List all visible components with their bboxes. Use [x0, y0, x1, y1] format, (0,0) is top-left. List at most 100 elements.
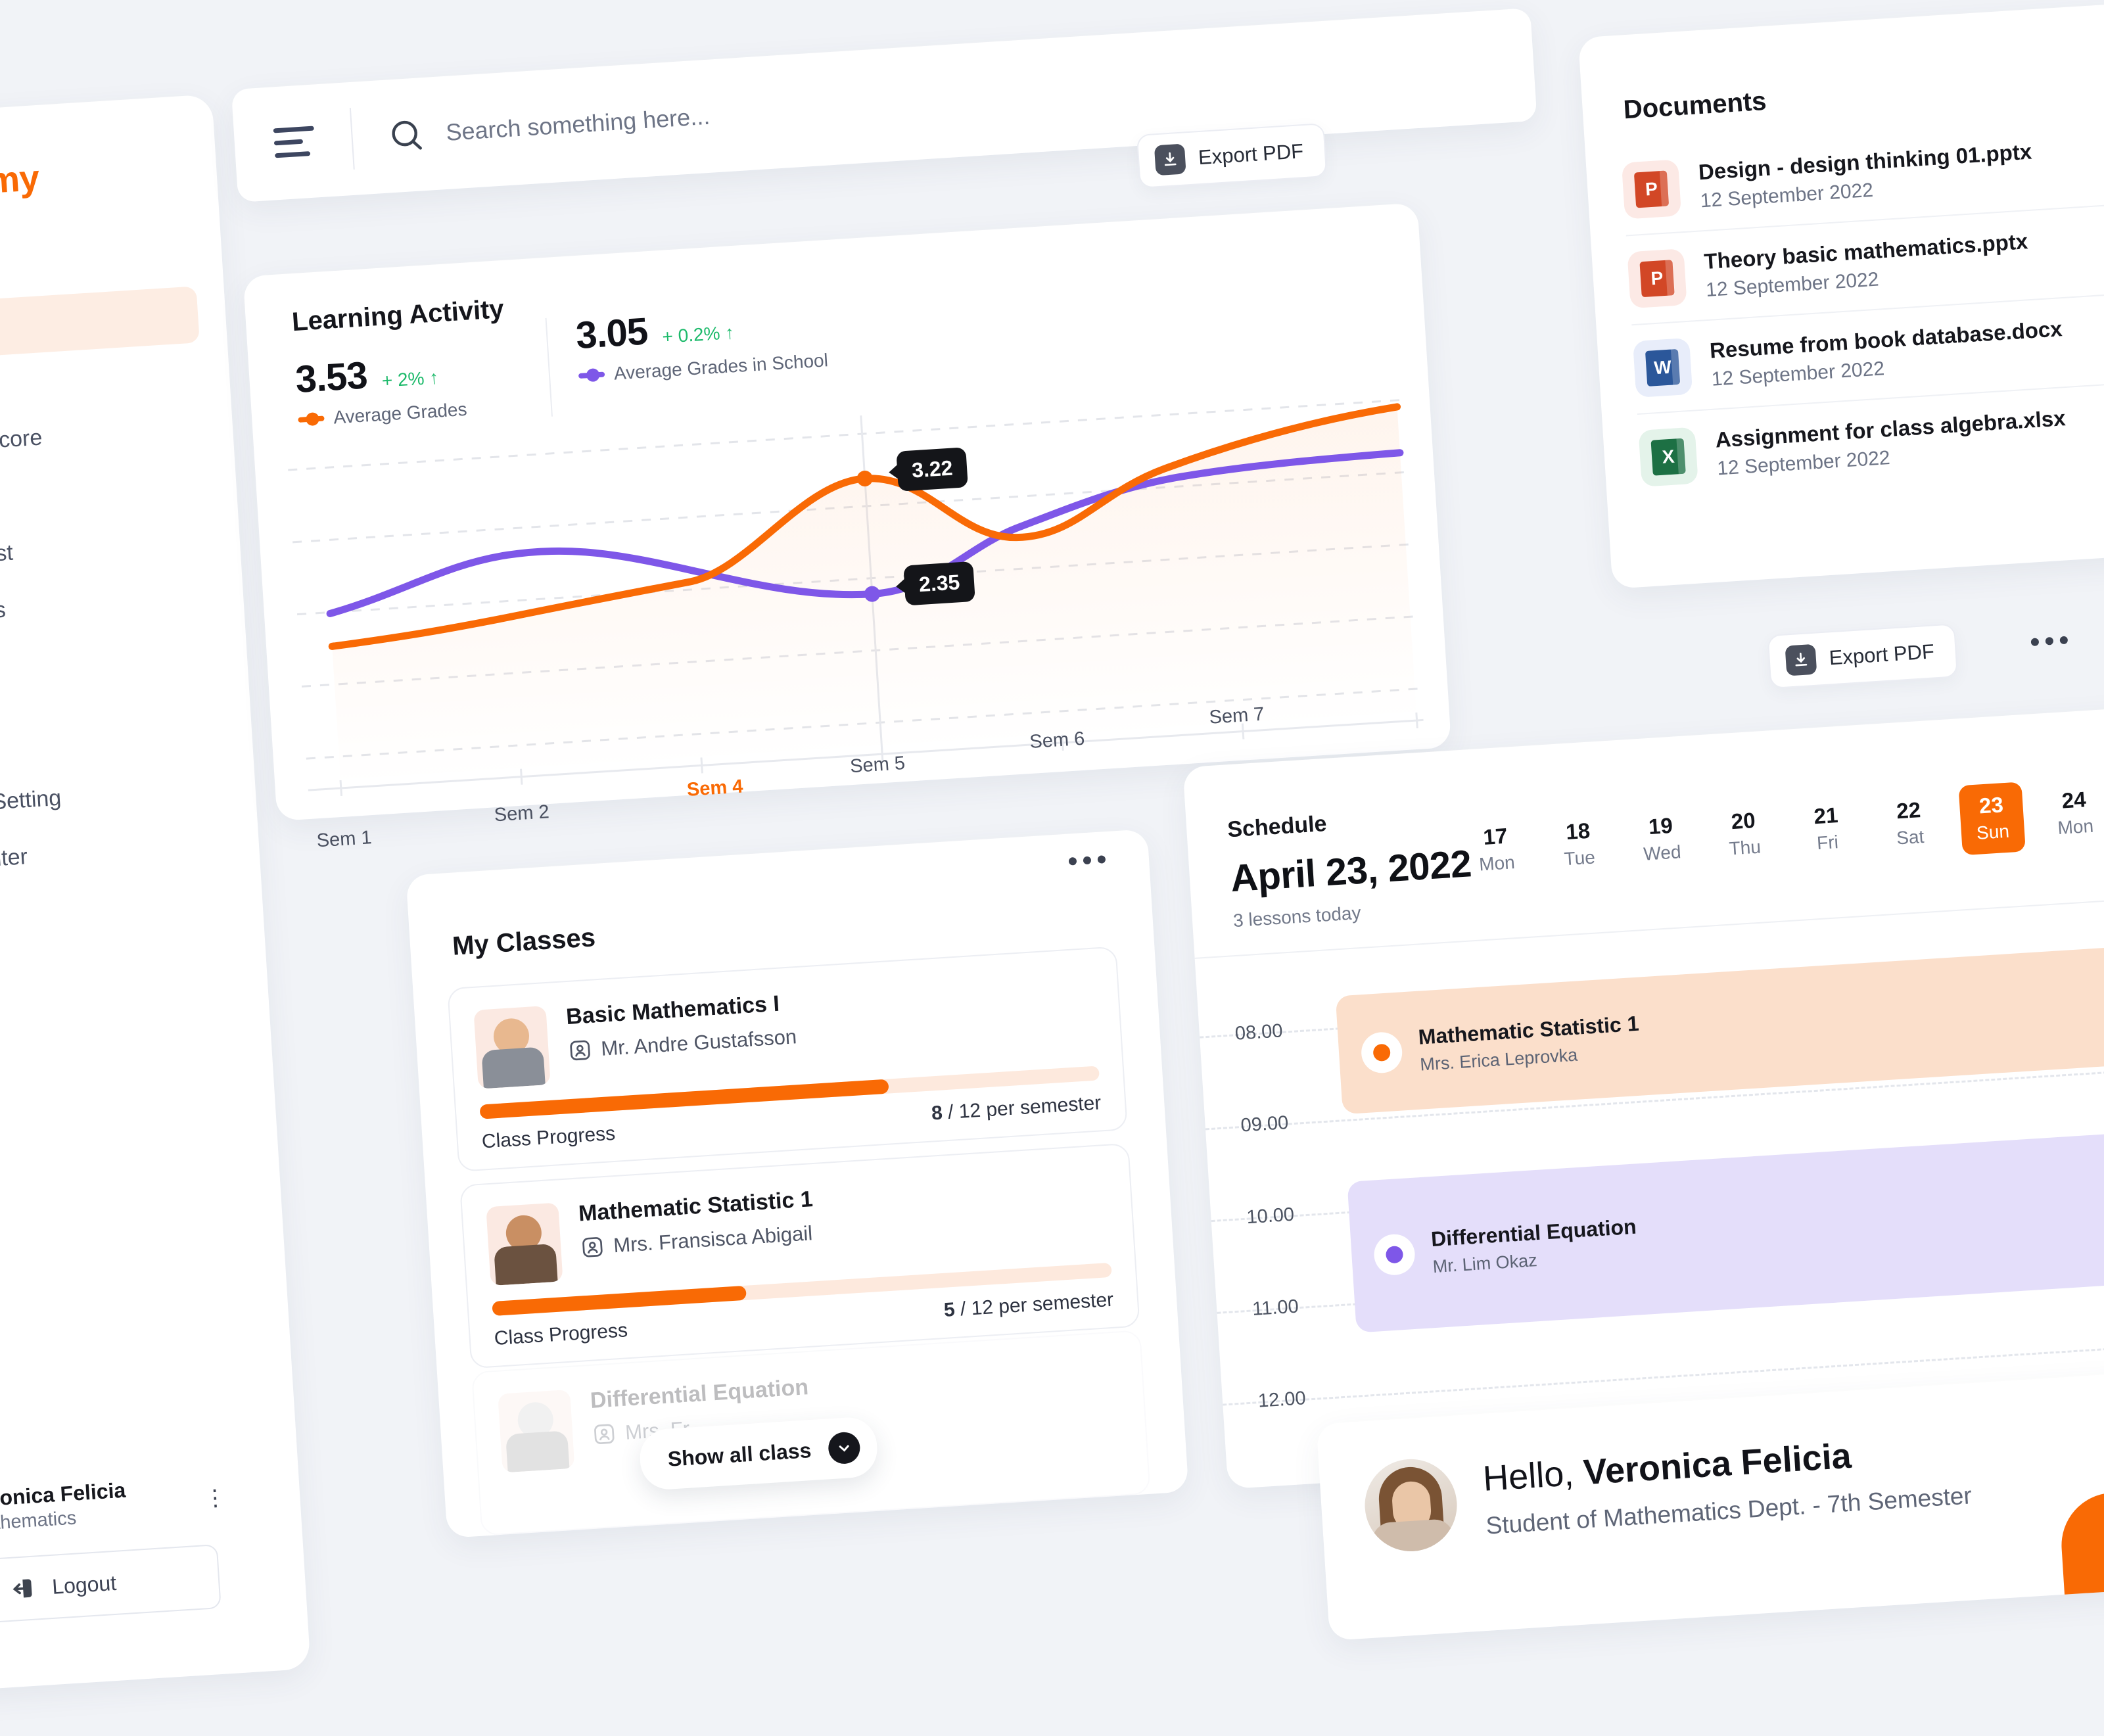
event-mathematic-statistic[interactable]: Mathematic Statistic 1 Mrs. Erica Leprov… [1335, 931, 2104, 1114]
sidebar-item-label: Student Test [0, 540, 13, 573]
teacher-photo [486, 1202, 563, 1286]
day-24[interactable]: 24Mon [2041, 780, 2104, 839]
schedule-more-icon[interactable] [2030, 636, 2068, 646]
x-tick-sem6: Sem 6 [1029, 728, 1085, 753]
menu-toggle-icon[interactable] [273, 124, 317, 160]
class-teacher: Mr. Andre Gustafsson [567, 1025, 797, 1063]
class-progress-value: 5 / 12 per semester [943, 1289, 1113, 1322]
chart-plot-area: 3.22 2.35 [280, 381, 1430, 800]
x-tick-sem5: Sem 5 [849, 753, 906, 778]
hour-label-1100: 11.00 [1251, 1296, 1299, 1321]
class-name: Basic Mathematics I [565, 990, 795, 1030]
sidebar-support-list: Setting Account Setting Help Center [0, 701, 260, 901]
divider [349, 108, 354, 170]
legend-swatch-purple [578, 372, 604, 379]
show-all-class-label: Show all class [666, 1438, 812, 1472]
teacher-photo [473, 1006, 550, 1089]
my-classes-title: My Classes [451, 923, 596, 962]
documents-card: Documents P Design - design thinking 01.… [1578, 0, 2104, 589]
user-icon [592, 1422, 617, 1447]
download-icon [1154, 143, 1186, 176]
stat-delta: + 2% ↑ [381, 367, 438, 391]
class-progress-label: Class Progress [493, 1319, 628, 1350]
sidebar-item-label: Help Center [0, 844, 28, 877]
day-23-selected[interactable]: 23Sun [1958, 782, 2025, 855]
pptx-file-icon: P [1627, 248, 1687, 308]
sidebar-main-list: Dashboard Schedule Semester Score Attend… [0, 285, 245, 655]
event-bullet-orange [1360, 1031, 1403, 1074]
schedule-card: Schedule April 23, 2022 3 lessons today … [1182, 697, 2104, 1489]
sidebar-item-label: Documents [0, 597, 6, 630]
sidebar-item-label: Account Setting [0, 785, 62, 820]
hour-label-0900: 09.00 [1240, 1112, 1289, 1137]
legend-label: Average Grades [333, 399, 467, 429]
docx-file-icon: W [1632, 338, 1692, 398]
export-pdf-button-schedule[interactable]: Export PDF [1767, 623, 1958, 689]
line-chart-svg [280, 381, 1430, 800]
class-name: Differential Equation [589, 1374, 808, 1414]
chevron-down-icon [827, 1431, 860, 1465]
class-progress-label: Class Progress [480, 1123, 615, 1154]
event-differential-equation[interactable]: Differential Equation Mr. Lim Okaz 34 St… [1347, 1117, 2104, 1332]
export-pdf-label: Export PDF [1828, 640, 1934, 670]
learning-activity-card: Learning Activity 3.53 + 2% ↑ Average Gr… [243, 202, 1451, 821]
accent-shape [2058, 1479, 2104, 1595]
brand-logo: Lendemy [0, 156, 40, 211]
user-icon [567, 1038, 592, 1063]
divider [545, 318, 552, 417]
sidebar-item-help-center[interactable]: Help Center [0, 816, 233, 902]
day-21[interactable]: 21Fri [1793, 796, 1859, 855]
tooltip-purple: 2.35 [903, 561, 975, 606]
sidebar-user-block[interactable]: Veronica Felicia Mathematics ⋮ [0, 1468, 229, 1543]
stat-value: 3.05 [574, 309, 649, 358]
search-bar [231, 8, 1537, 202]
class-teacher: Mrs. Fransisca Abigail [580, 1221, 816, 1259]
chart-title: Learning Activity [291, 294, 504, 337]
x-tick-sem7: Sem 7 [1208, 704, 1265, 729]
documents-title: Documents [1622, 87, 1767, 126]
day-17[interactable]: 17Mon [1462, 817, 1529, 876]
legend-swatch-orange [298, 415, 324, 422]
user-more-icon[interactable]: ⋮ [203, 1488, 227, 1504]
x-tick-sem1: Sem 1 [316, 827, 372, 852]
class-name: Mathematic Statistic 1 [577, 1186, 813, 1227]
sidebar-item-documents[interactable]: Documents [0, 568, 217, 654]
logout-button[interactable]: Logout [0, 1544, 221, 1628]
stat-value: 3.53 [294, 353, 368, 402]
day-20[interactable]: 20Thu [1710, 801, 1777, 860]
hour-label-0800: 08.00 [1234, 1020, 1283, 1044]
schedule-subtitle: 3 lessons today [1232, 903, 1361, 931]
day-strip: 17Mon 18Tue 19Wed 20Thu 21Fri 22Sat 23Su… [1462, 765, 2104, 887]
stat-average-grades-school: 3.05 + 0.2% ↑ Average Grades in School [574, 298, 829, 387]
user-icon [580, 1234, 605, 1259]
export-pdf-button-chart[interactable]: Export PDF [1136, 123, 1327, 189]
stat-delta: + 0.2% ↑ [661, 322, 735, 348]
download-icon [1785, 644, 1817, 676]
legend-label: Average Grades in School [613, 350, 829, 384]
class-progress-value: 8 / 12 per semester [931, 1092, 1102, 1125]
class-card-mathematic-statistic[interactable]: Mathematic Statistic 1 Mrs. Fransisca Ab… [459, 1143, 1140, 1369]
day-18[interactable]: 18Tue [1545, 812, 1612, 871]
documents-list: P Design - design thinking 01.pptx 12 Se… [1620, 110, 2104, 503]
pptx-file-icon: P [1621, 159, 1681, 219]
day-22[interactable]: 22Sat [1876, 791, 1942, 850]
xlsx-file-icon: X [1638, 427, 1698, 487]
sidebar-item-label: Semester Score [0, 425, 43, 460]
hour-label-1200: 12.00 [1257, 1388, 1307, 1412]
avatar [1362, 1457, 1460, 1555]
class-card-basic-mathematics[interactable]: Basic Mathematics I Mr. Andre Gustafsson… [447, 946, 1128, 1171]
brand-name: Lendemy [0, 156, 40, 208]
my-classes-more-icon[interactable] [1068, 855, 1106, 865]
event-bullet-purple [1372, 1233, 1416, 1277]
stat-average-grades: 3.53 + 2% ↑ Average Grades [294, 347, 467, 431]
day-19[interactable]: 19Wed [1627, 807, 1694, 866]
hour-label-1000: 10.00 [1246, 1204, 1295, 1229]
greeting-title: Hello, Veronica Felicia [1482, 1436, 1852, 1499]
x-tick-sem4: Sem 4 [686, 776, 743, 801]
tooltip-orange: 3.22 [896, 447, 968, 492]
schedule-label: Schedule [1227, 811, 1327, 843]
teacher-photo [498, 1390, 574, 1473]
schedule-date: April 23, 2022 [1229, 841, 1472, 901]
export-pdf-label: Export PDF [1198, 139, 1304, 170]
search-icon [386, 116, 425, 154]
